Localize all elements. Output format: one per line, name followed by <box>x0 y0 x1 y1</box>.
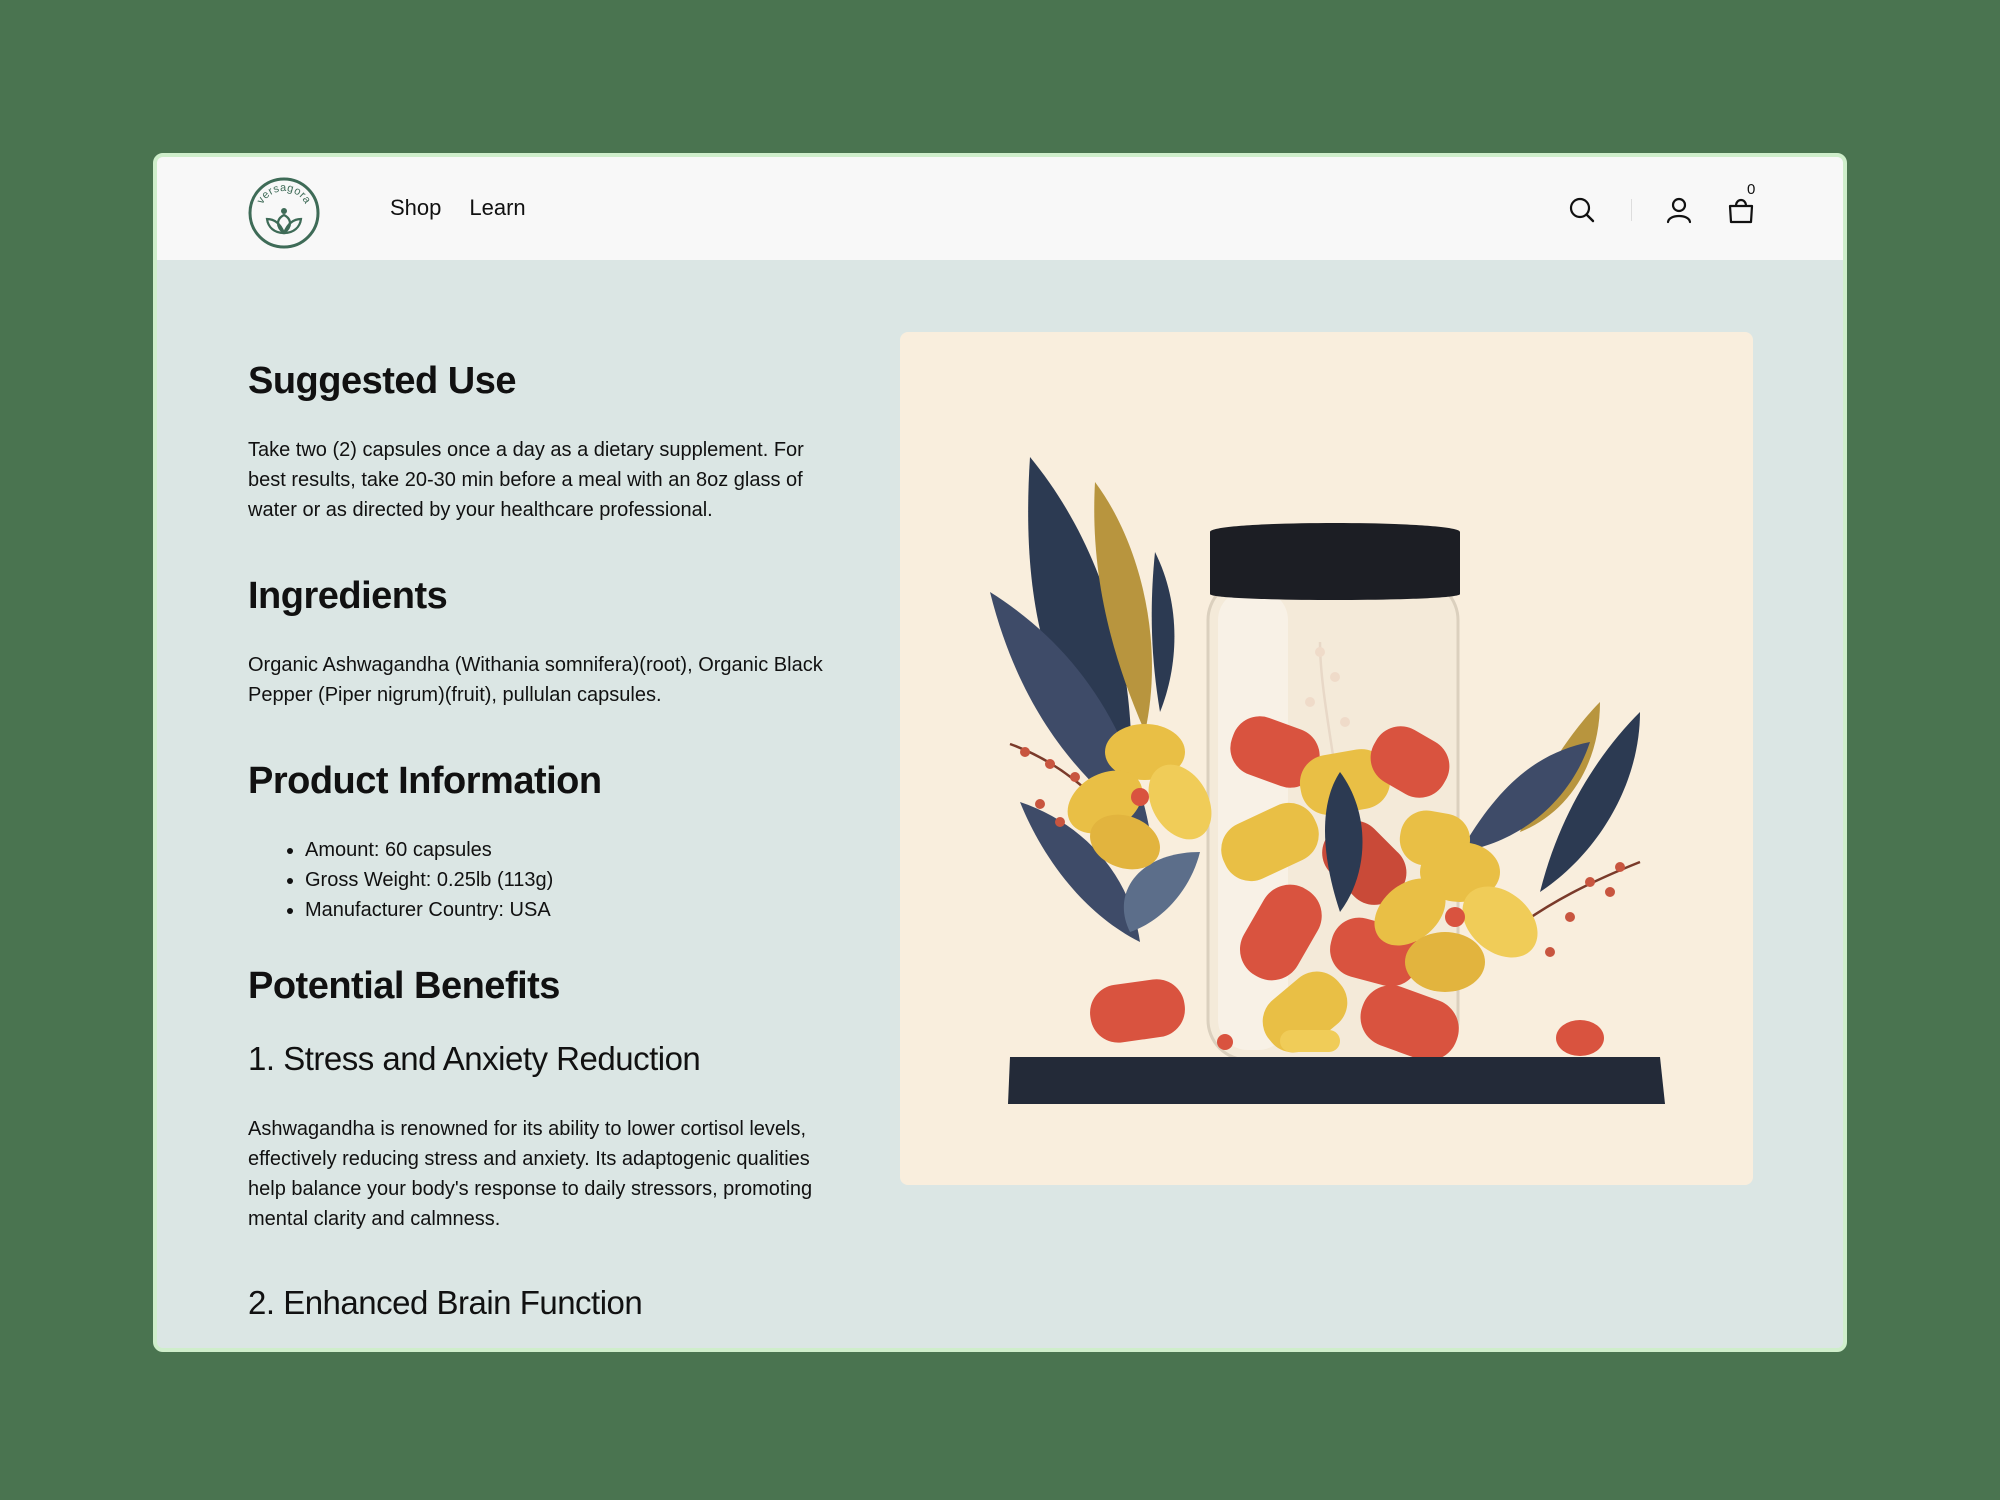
info-value: USA <box>503 899 551 921</box>
search-icon[interactable] <box>1567 195 1597 225</box>
benefit-title: 2. Enhanced Brain Function <box>248 1284 643 1321</box>
info-label: Manufacturer Country: <box>305 899 504 921</box>
info-value: 0.25lb (113g) <box>431 869 554 891</box>
info-value: 60 capsules <box>379 839 492 861</box>
list-item: Amount: 60 capsules <box>305 835 828 865</box>
list-item: Gross Weight: 0.25lb (113g) <box>305 865 828 895</box>
product-information-heading: Product Information <box>248 760 602 802</box>
bag-icon[interactable] <box>1726 195 1756 225</box>
list-item: Manufacturer Country: USA <box>305 895 828 925</box>
benefit-text: Ashwagandha is renowned for its ability … <box>248 1118 813 1230</box>
info-label: Amount: <box>305 839 380 861</box>
product-image <box>900 332 1753 1185</box>
browser-window: versagora Shop Learn 0 Suggested Use Tak <box>153 153 1847 1352</box>
cart-count-badge: 0 <box>1747 181 1756 198</box>
main-nav: Shop Learn <box>390 195 526 221</box>
ingredients-heading: Ingredients <box>248 575 448 617</box>
display-stand <box>1008 1057 1665 1104</box>
jar-cap <box>1210 523 1460 600</box>
info-label: Gross Weight: <box>305 869 432 891</box>
site-header: versagora Shop Learn 0 <box>157 157 1843 260</box>
product-information-list: Amount: 60 capsules Gross Weight: 0.25lb… <box>248 835 828 925</box>
nav-learn-link[interactable]: Learn <box>469 195 525 221</box>
product-details: Suggested Use Take two (2) capsules once… <box>248 360 828 1348</box>
potential-benefits-heading: Potential Benefits <box>248 965 560 1007</box>
nav-shop-link[interactable]: Shop <box>390 195 441 221</box>
benefit-title: 1. Stress and Anxiety Reduction <box>248 1040 701 1077</box>
header-divider <box>1631 199 1632 221</box>
user-icon[interactable] <box>1664 195 1694 225</box>
suggested-use-heading: Suggested Use <box>248 360 517 402</box>
supplement-jar-illustration <box>990 457 1665 1104</box>
suggested-use-text: Take two (2) capsules once a day as a di… <box>248 439 804 521</box>
ingredients-text: Organic Ashwagandha (Withania somnifera)… <box>248 654 823 706</box>
brand-logo[interactable]: versagora <box>248 177 320 249</box>
